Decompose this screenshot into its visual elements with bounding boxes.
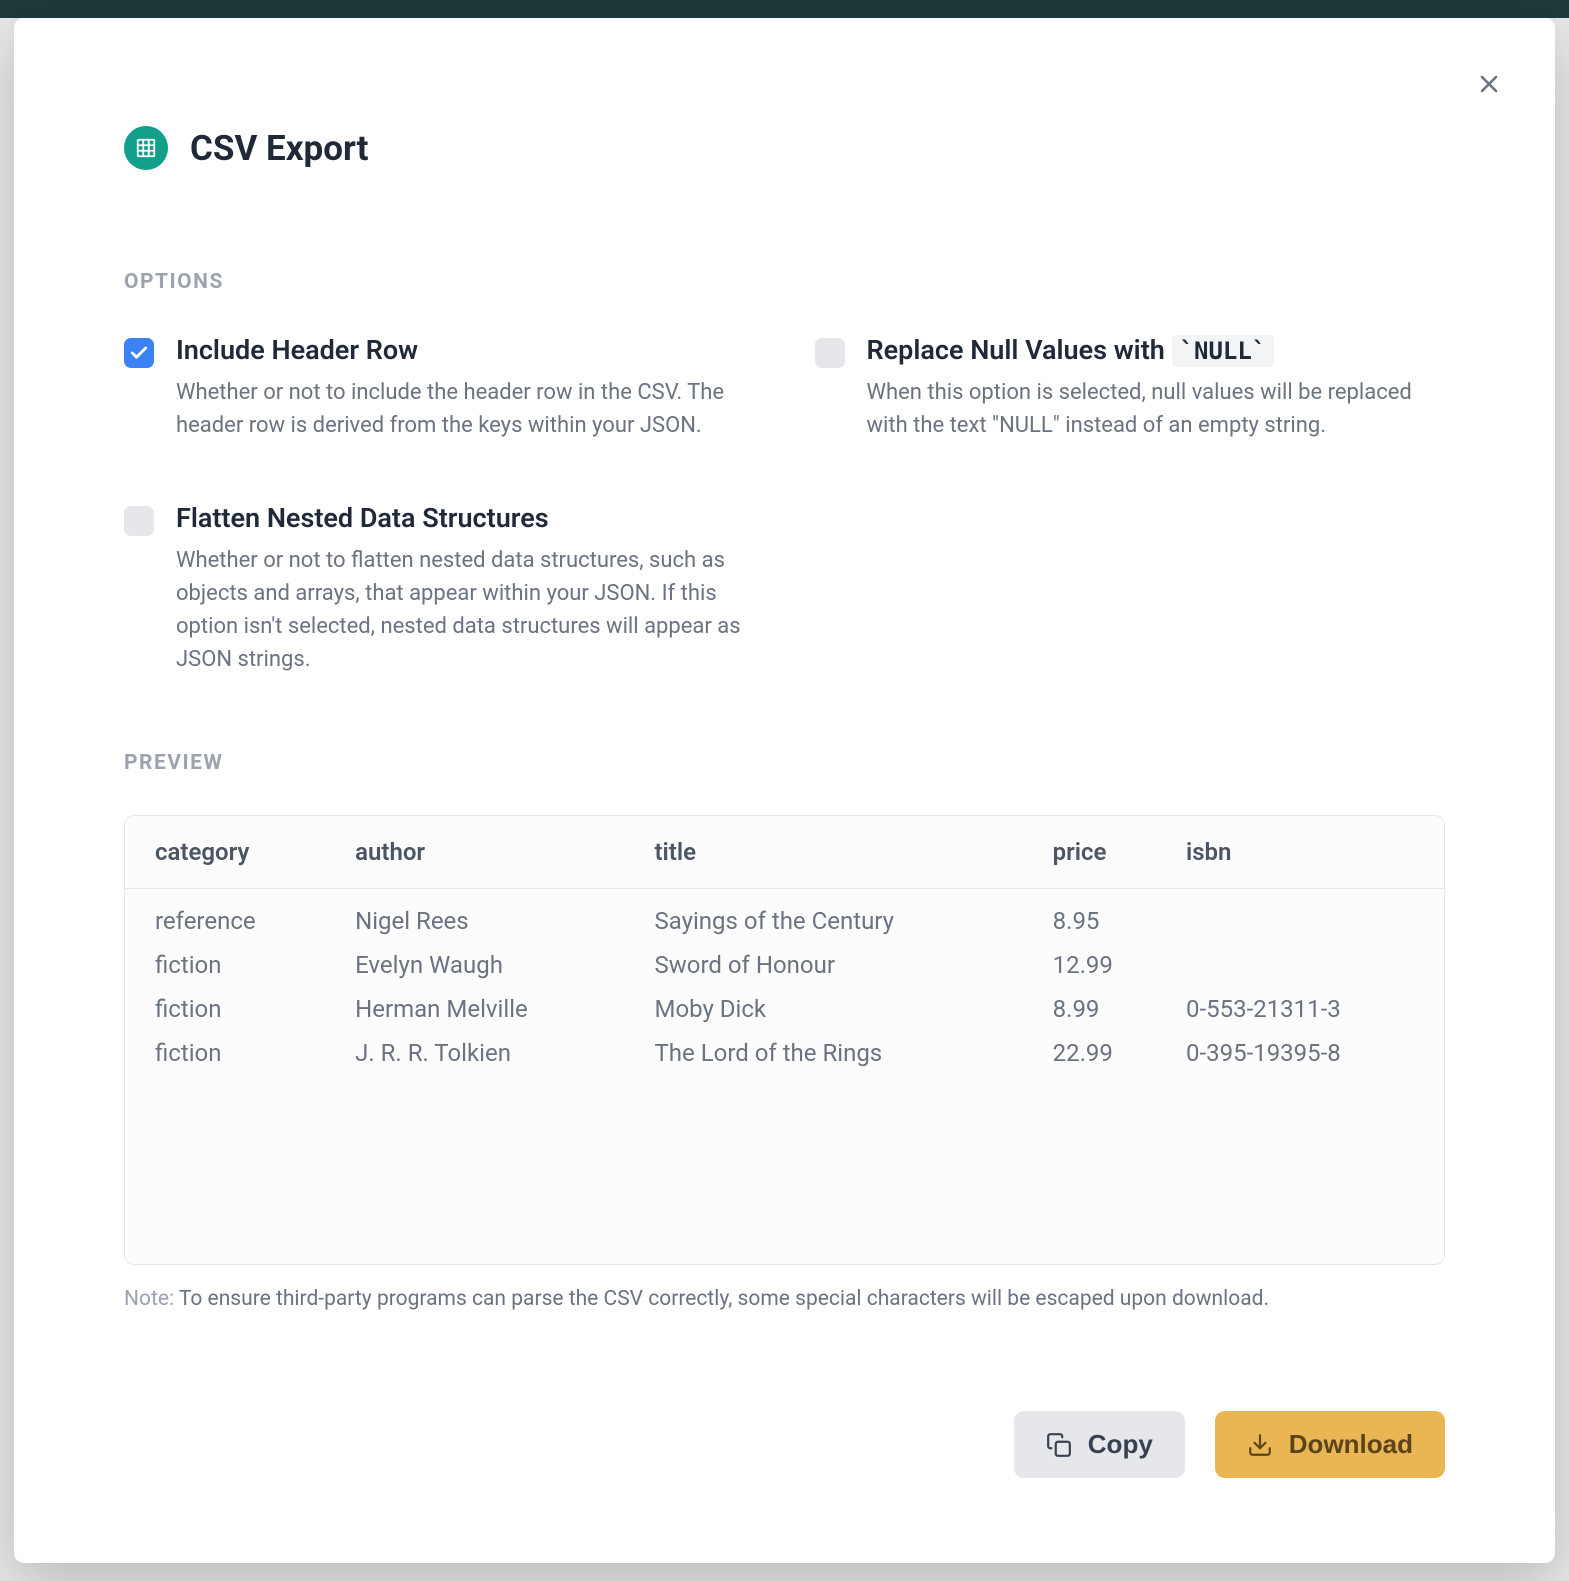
download-icon xyxy=(1247,1432,1273,1458)
option-title-prefix: Replace Null Values with xyxy=(867,334,1172,366)
preview-table: category author title price isbn referen… xyxy=(125,816,1444,1075)
table-header: category xyxy=(125,816,340,889)
download-button[interactable]: Download xyxy=(1215,1411,1445,1478)
option-body: Replace Null Values with `NULL` When thi… xyxy=(867,334,1446,442)
table-cell: fiction xyxy=(125,1031,340,1075)
options-section-label: OPTIONS xyxy=(124,270,1445,294)
table-header: author xyxy=(340,816,639,889)
close-button[interactable] xyxy=(1471,66,1507,102)
table-cell: Nigel Rees xyxy=(340,889,639,944)
backdrop-bar xyxy=(0,0,1569,18)
table-icon xyxy=(124,126,168,170)
table-row: fiction J. R. R. Tolkien The Lord of the… xyxy=(125,1031,1444,1075)
modal-footer: Copy Download xyxy=(124,1411,1445,1478)
table-header: title xyxy=(639,816,1037,889)
table-cell: Sword of Honour xyxy=(639,943,1037,987)
note-prefix: Note: xyxy=(124,1287,174,1311)
table-cell: fiction xyxy=(125,987,340,1031)
check-icon xyxy=(129,343,149,363)
table-cell xyxy=(1171,943,1444,987)
include-header-checkbox[interactable] xyxy=(124,338,154,368)
table-cell: reference xyxy=(125,889,340,944)
options-grid: Include Header Row Whether or not to inc… xyxy=(124,334,1445,676)
modal-header: CSV Export xyxy=(124,126,1445,170)
table-cell: J. R. R. Tolkien xyxy=(340,1031,639,1075)
table-header: isbn xyxy=(1171,816,1444,889)
table-row: reference Nigel Rees Sayings of the Cent… xyxy=(125,889,1444,944)
preview-box: category author title price isbn referen… xyxy=(124,815,1445,1265)
table-cell: The Lord of the Rings xyxy=(639,1031,1037,1075)
note-text: To ensure third-party programs can parse… xyxy=(174,1287,1269,1311)
modal-title: CSV Export xyxy=(190,128,368,169)
flatten-checkbox[interactable] xyxy=(124,506,154,536)
table-cell: 8.99 xyxy=(1038,987,1171,1031)
option-body: Flatten Nested Data Structures Whether o… xyxy=(176,502,755,676)
table-cell: Herman Melville xyxy=(340,987,639,1031)
download-button-label: Download xyxy=(1289,1429,1413,1460)
table-cell xyxy=(1171,889,1444,944)
option-replace-null: Replace Null Values with `NULL` When thi… xyxy=(815,334,1446,442)
preview-section-label: PREVIEW xyxy=(124,751,1445,775)
table-cell: 12.99 xyxy=(1038,943,1171,987)
option-title: Replace Null Values with `NULL` xyxy=(867,334,1446,366)
replace-null-checkbox[interactable] xyxy=(815,338,845,368)
table-row: fiction Evelyn Waugh Sword of Honour 12.… xyxy=(125,943,1444,987)
table-row: fiction Herman Melville Moby Dick 8.99 0… xyxy=(125,987,1444,1031)
table-cell: 0-553-21311-3 xyxy=(1171,987,1444,1031)
table-header: price xyxy=(1038,816,1171,889)
table-cell: Moby Dick xyxy=(639,987,1037,1031)
option-body: Include Header Row Whether or not to inc… xyxy=(176,334,755,442)
option-title: Flatten Nested Data Structures xyxy=(176,502,755,534)
table-cell: Evelyn Waugh xyxy=(340,943,639,987)
option-desc: Whether or not to include the header row… xyxy=(176,376,755,442)
copy-button-label: Copy xyxy=(1088,1429,1153,1460)
option-flatten: Flatten Nested Data Structures Whether o… xyxy=(124,502,755,676)
option-desc: Whether or not to flatten nested data st… xyxy=(176,544,755,676)
note: Note: To ensure third-party programs can… xyxy=(124,1287,1445,1311)
csv-export-modal: CSV Export OPTIONS Include Header Row Wh… xyxy=(14,18,1555,1563)
table-cell: 22.99 xyxy=(1038,1031,1171,1075)
copy-icon xyxy=(1046,1432,1072,1458)
copy-button[interactable]: Copy xyxy=(1014,1411,1185,1478)
table-cell: fiction xyxy=(125,943,340,987)
table-cell: Sayings of the Century xyxy=(639,889,1037,944)
option-desc: When this option is selected, null value… xyxy=(867,376,1446,442)
table-cell: 8.95 xyxy=(1038,889,1171,944)
table-cell: 0-395-19395-8 xyxy=(1171,1031,1444,1075)
option-title: Include Header Row xyxy=(176,334,755,366)
option-title-code: `NULL` xyxy=(1172,335,1275,367)
table-header-row: category author title price isbn xyxy=(125,816,1444,889)
option-include-header: Include Header Row Whether or not to inc… xyxy=(124,334,755,442)
close-icon xyxy=(1475,70,1503,98)
